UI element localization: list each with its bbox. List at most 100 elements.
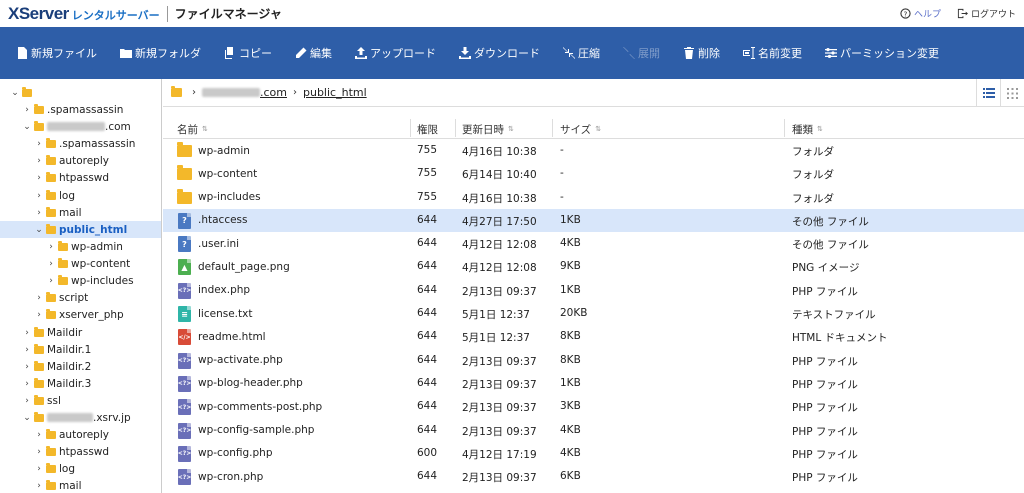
column-header-permission[interactable]: 権限 bbox=[417, 122, 438, 137]
chevron-right-icon[interactable]: › bbox=[46, 276, 56, 286]
chevron-right-icon[interactable]: › bbox=[34, 173, 44, 183]
chevron-right-icon[interactable]: › bbox=[34, 310, 44, 320]
tree-item[interactable]: ⌄ .xsrv.jp bbox=[22, 409, 131, 426]
table-row[interactable]: <?> wp-comments-post.php 644 2月13日 09:37 3KB… bbox=[163, 395, 1024, 418]
cell-name[interactable]: <?> wp-config-sample.php bbox=[177, 421, 314, 440]
chevron-down-icon[interactable]: ⌄ bbox=[34, 225, 44, 235]
chevron-right-icon[interactable]: › bbox=[34, 156, 44, 166]
tree-item[interactable]: › .spamassassin bbox=[22, 101, 123, 118]
tree-item[interactable]: › ssl bbox=[22, 392, 61, 409]
table-row[interactable]: ? .htaccess 644 4月27日 17:50 1KB その他 ファイル bbox=[163, 208, 1024, 233]
chevron-right-icon[interactable]: › bbox=[22, 328, 32, 338]
chevron-right-icon[interactable]: › bbox=[22, 396, 32, 406]
table-row[interactable]: wp-includes 755 4月16日 10:38 - フォルダ bbox=[163, 186, 1024, 209]
new-folder-button[interactable]: 新規フォルダ bbox=[120, 45, 201, 61]
tree-item[interactable]: › Maildir.3 bbox=[22, 375, 91, 392]
new-file-button[interactable]: 新規ファイル bbox=[16, 45, 97, 61]
table-row[interactable]: wp-content 755 6月14日 10:40 - フォルダ bbox=[163, 162, 1024, 185]
tree-item[interactable]: › htpasswd bbox=[34, 169, 109, 186]
tree-item-root[interactable]: ⌄ bbox=[10, 84, 35, 101]
table-row[interactable]: <?> index.php 644 2月13日 09:37 1KB PHP ファイル bbox=[163, 279, 1024, 302]
table-row[interactable]: <?> wp-cron.php 644 2月13日 09:37 6KB PHP ファイル bbox=[163, 465, 1024, 488]
help-link[interactable]: ? ヘルプ bbox=[900, 7, 941, 20]
chevron-down-icon[interactable]: ⌄ bbox=[22, 122, 32, 132]
chevron-right-icon[interactable]: › bbox=[34, 481, 44, 491]
chevron-right-icon[interactable]: › bbox=[34, 447, 44, 457]
tree-item[interactable]: › wp-content bbox=[46, 255, 130, 272]
table-row[interactable]: ≡ license.txt 644 5月1日 12:37 20KB テキストファイル bbox=[163, 302, 1024, 325]
cell-name[interactable]: <?> wp-activate.php bbox=[177, 351, 283, 370]
tree-item[interactable]: › autoreply bbox=[34, 152, 109, 169]
cell-name[interactable]: ▲ default_page.png bbox=[177, 257, 290, 276]
tree-item[interactable]: › log bbox=[34, 460, 75, 477]
chevron-right-icon[interactable]: › bbox=[22, 345, 32, 355]
tree-item[interactable]: › script bbox=[34, 289, 88, 306]
table-row[interactable]: <?> wp-config.php 600 4月12日 17:19 4KB PHP ファイ… bbox=[163, 442, 1024, 465]
cell-name[interactable]: wp-admin bbox=[177, 141, 250, 160]
cell-name[interactable]: <?> wp-comments-post.php bbox=[177, 397, 322, 416]
permission-button[interactable]: パーミッション変更 bbox=[825, 45, 939, 61]
tree-item[interactable]: › Maildir.2 bbox=[22, 358, 91, 375]
column-header-modified[interactable]: 更新日時 ⇅ bbox=[462, 122, 514, 137]
list-view-button[interactable] bbox=[976, 79, 1000, 107]
copy-button[interactable]: コピー bbox=[224, 45, 272, 61]
cell-name[interactable]: <?> index.php bbox=[177, 281, 250, 300]
chevron-right-icon[interactable]: › bbox=[34, 464, 44, 474]
upload-button[interactable]: アップロード bbox=[355, 45, 436, 61]
tree-item[interactable]: › mail bbox=[34, 477, 82, 493]
compress-button[interactable]: 圧縮 bbox=[563, 45, 600, 61]
breadcrumb-domain[interactable]: .com bbox=[260, 86, 287, 99]
cell-name[interactable]: ? .htaccess bbox=[177, 211, 248, 230]
tree-item[interactable]: › wp-admin bbox=[46, 238, 123, 255]
extract-button[interactable]: 展開 bbox=[623, 45, 660, 61]
tree-item[interactable]: › Maildir.1 bbox=[22, 341, 91, 358]
tree-item[interactable]: › autoreply bbox=[34, 426, 109, 443]
folder-icon[interactable] bbox=[171, 86, 182, 97]
chevron-right-icon[interactable]: › bbox=[46, 259, 56, 269]
chevron-right-icon[interactable]: › bbox=[34, 191, 44, 201]
table-row[interactable]: <?> wp-config-sample.php 644 2月13日 09:37 4KB… bbox=[163, 419, 1024, 442]
table-row[interactable]: ? .user.ini 644 4月12日 12:08 4KB その他 ファイル bbox=[163, 232, 1024, 255]
breadcrumb-current[interactable]: public_html bbox=[303, 86, 367, 99]
cell-name[interactable]: ? .user.ini bbox=[177, 234, 239, 253]
chevron-right-icon[interactable]: › bbox=[22, 362, 32, 372]
delete-button[interactable]: 削除 bbox=[683, 45, 720, 61]
column-header-type[interactable]: 種類 ⇅ bbox=[792, 122, 823, 137]
table-row[interactable]: ▲ default_page.png 644 4月12日 12:08 9KB PNG イメ… bbox=[163, 255, 1024, 278]
table-row[interactable]: </> readme.html 644 5月1日 12:37 8KB HTML ドキュメン… bbox=[163, 325, 1024, 348]
column-divider[interactable] bbox=[410, 119, 411, 137]
chevron-down-icon[interactable]: ⌄ bbox=[22, 413, 32, 423]
grid-view-button[interactable] bbox=[1000, 79, 1024, 107]
tree-item[interactable]: › Maildir bbox=[22, 324, 82, 341]
column-divider[interactable] bbox=[455, 119, 456, 137]
chevron-right-icon[interactable]: › bbox=[34, 208, 44, 218]
tree-item[interactable]: › wp-includes bbox=[46, 272, 134, 289]
chevron-right-icon[interactable]: › bbox=[22, 105, 32, 115]
chevron-right-icon[interactable]: › bbox=[34, 139, 44, 149]
chevron-right-icon[interactable]: › bbox=[34, 430, 44, 440]
chevron-down-icon[interactable]: ⌄ bbox=[10, 88, 20, 98]
tree-item[interactable]: › htpasswd bbox=[34, 443, 109, 460]
tree-item[interactable]: › mail bbox=[34, 204, 82, 221]
table-row[interactable]: <?> wp-activate.php 644 2月13日 09:37 8KB PHP フ… bbox=[163, 349, 1024, 372]
column-divider[interactable] bbox=[552, 119, 553, 137]
logout-link[interactable]: ログアウト bbox=[957, 7, 1016, 20]
edit-button[interactable]: 編集 bbox=[295, 45, 332, 61]
chevron-right-icon[interactable]: › bbox=[34, 293, 44, 303]
cell-name[interactable]: <?> wp-cron.php bbox=[177, 467, 263, 486]
table-row[interactable]: wp-admin 755 4月16日 10:38 - フォルダ bbox=[163, 139, 1024, 162]
cell-name[interactable]: wp-content bbox=[177, 164, 257, 183]
column-header-name[interactable]: 名前 ⇅ bbox=[177, 122, 208, 137]
cell-name[interactable]: <?> wp-blog-header.php bbox=[177, 374, 303, 393]
cell-name[interactable]: <?> wp-config.php bbox=[177, 444, 273, 463]
xserver-logo[interactable]: XServer レンタルサーバー bbox=[8, 4, 160, 24]
tree-item-public-html[interactable]: ⌄ public_html bbox=[0, 221, 161, 238]
rename-button[interactable]: 名前変更 bbox=[743, 45, 802, 61]
tree-item[interactable]: › log bbox=[34, 187, 75, 204]
tree-item[interactable]: › xserver_php bbox=[34, 306, 124, 323]
cell-name[interactable]: </> readme.html bbox=[177, 327, 266, 346]
chevron-right-icon[interactable]: › bbox=[22, 379, 32, 389]
tree-item[interactable]: ⌄ .com bbox=[22, 118, 131, 135]
tree-item[interactable]: › .spamassassin bbox=[34, 135, 135, 152]
column-divider[interactable] bbox=[784, 119, 785, 137]
